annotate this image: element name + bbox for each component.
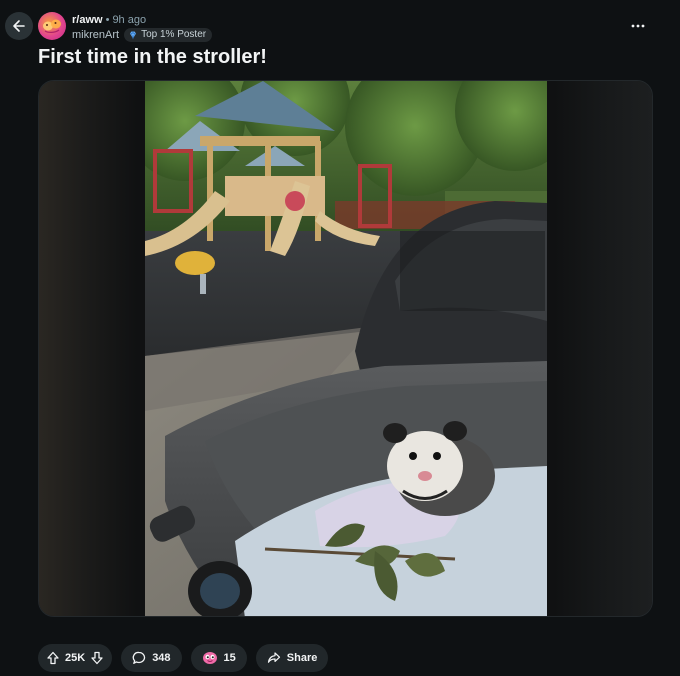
opossum-stroller-photo — [145, 81, 547, 616]
post-page: r/aww • 9h ago mikrenArt Top 1% Poster F… — [0, 0, 680, 676]
subreddit-avatar[interactable] — [38, 12, 66, 40]
gem-icon — [130, 31, 137, 40]
award-button[interactable]: 15 — [190, 644, 247, 672]
author-line: mikrenArt Top 1% Poster — [72, 28, 213, 42]
award-icon — [202, 652, 217, 664]
comments-button[interactable]: 348 — [121, 644, 182, 672]
upvote-count: 25K — [65, 652, 86, 664]
author-badge: Top 1% Poster — [124, 28, 213, 42]
arrow-up-icon[interactable] — [46, 651, 60, 665]
share-button[interactable]: Share — [255, 644, 329, 672]
back-button[interactable] — [5, 12, 33, 40]
post-image[interactable] — [145, 81, 547, 616]
more-options-button[interactable] — [624, 12, 652, 40]
vote-control: 25K — [38, 644, 113, 672]
post-media[interactable] — [38, 80, 653, 617]
post-meta: r/aww • 9h ago — [72, 14, 146, 27]
post-title[interactable]: First time in the stroller! — [38, 44, 267, 70]
more-horizontal-icon — [631, 24, 645, 28]
post-time: 9h ago — [112, 14, 147, 26]
award-count: 15 — [223, 652, 236, 664]
share-label: Share — [286, 652, 318, 664]
arrow-down-icon[interactable] — [90, 651, 104, 665]
arrow-left-icon — [13, 20, 25, 32]
subreddit-logo-icon — [43, 19, 61, 33]
share-icon — [267, 652, 280, 663]
speech-bubble-icon — [132, 651, 146, 664]
comment-count: 348 — [152, 652, 171, 664]
badge-label: Top 1% Poster — [141, 29, 207, 40]
meta-separator: • — [105, 14, 110, 26]
author-link[interactable]: mikrenArt — [72, 29, 119, 42]
post-actions: 25K 348 15 Share — [38, 644, 329, 672]
subreddit-link[interactable]: r/aww — [72, 14, 103, 27]
